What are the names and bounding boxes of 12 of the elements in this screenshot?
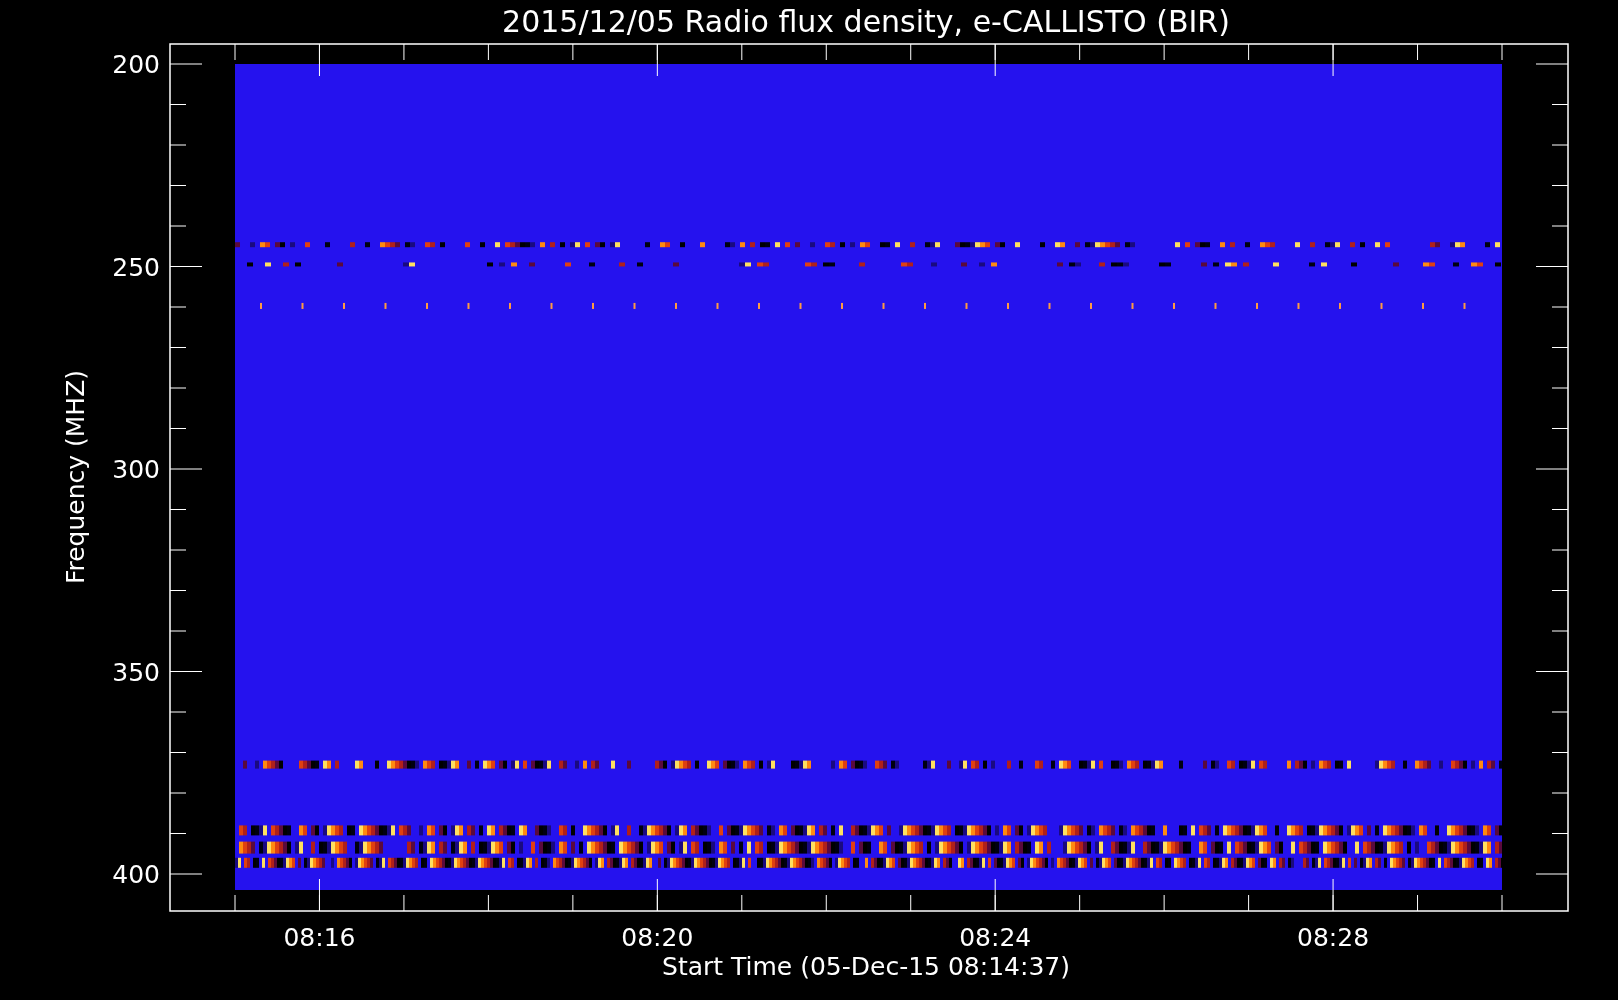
y-tick-label: 300	[112, 455, 160, 484]
x-tick-label: 08:16	[283, 923, 356, 952]
x-tick-label: 08:28	[1297, 923, 1370, 952]
x-tick-label: 08:24	[959, 923, 1032, 952]
chart-title: 2015/12/05 Radio flux density, e-CALLISTO (BIR)	[502, 4, 1230, 39]
y-tick-label: 350	[112, 657, 160, 687]
y-axis-label: Frequency (MHZ)	[61, 369, 90, 585]
y-tick-label: 250	[112, 252, 160, 282]
x-axis-label: Start Time (05-Dec-15 08:14:37)	[662, 952, 1070, 981]
y-tick-label: 400	[112, 860, 160, 889]
x-tick-label: 08:20	[621, 923, 694, 952]
y-tick-label: 200	[112, 50, 160, 79]
